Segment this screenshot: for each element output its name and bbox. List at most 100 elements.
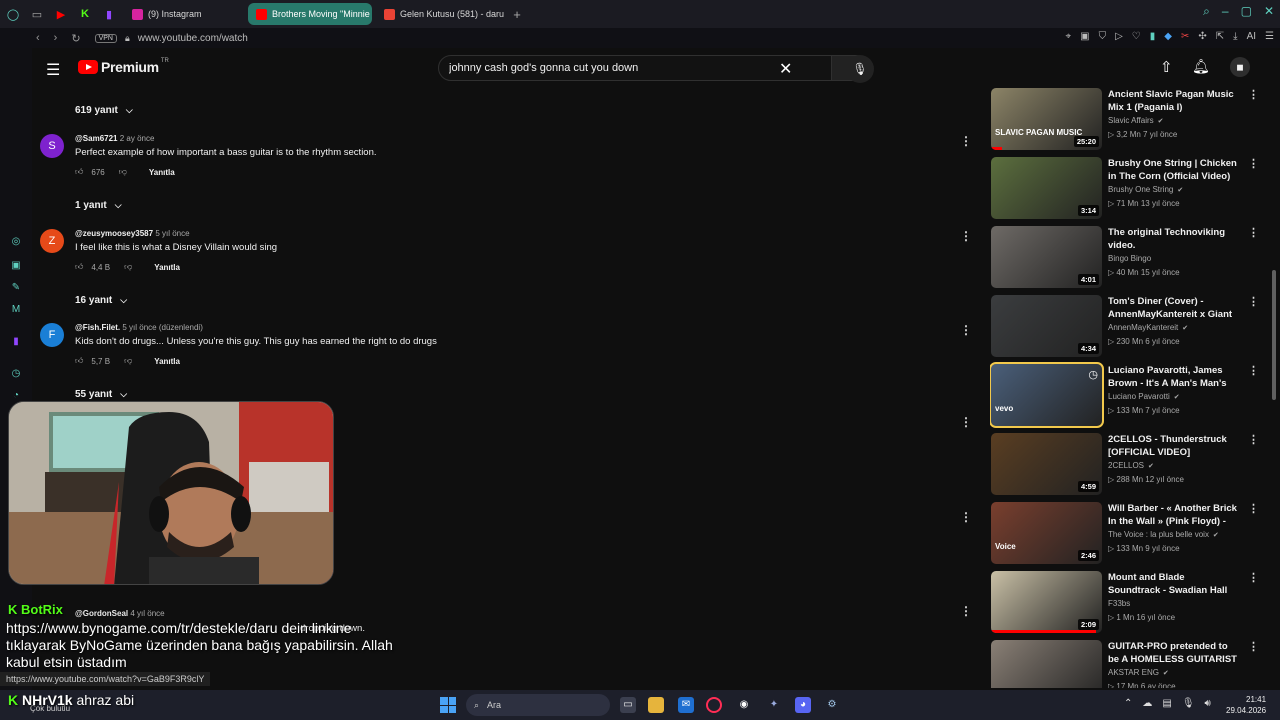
- dislike-icon[interactable]: 👎︎: [124, 262, 132, 272]
- pencil-icon[interactable]: ✎: [10, 282, 22, 294]
- minimize-icon[interactable]: –: [1222, 4, 1229, 19]
- more-options-icon[interactable]: ⋮: [960, 229, 972, 243]
- task-view-icon[interactable]: ▭: [620, 697, 636, 713]
- video-channel[interactable]: Slavic Affairs ✔: [1108, 116, 1163, 125]
- replies-toggle[interactable]: 619 yanıt ⌵: [75, 105, 133, 116]
- forward-icon[interactable]: ›: [54, 32, 58, 45]
- related-video-item[interactable]: 4:01 The original Technoviking video. Bing…: [990, 226, 1270, 290]
- robot-icon[interactable]: ▣: [10, 260, 22, 272]
- maximize-icon[interactable]: ▢: [1241, 4, 1252, 19]
- more-options-icon[interactable]: ⋮: [1248, 226, 1259, 239]
- comment-author[interactable]: @zeusymoosey3587: [75, 229, 153, 238]
- youtube-premium-logo[interactable]: Premium TR: [78, 58, 169, 75]
- more-options-icon[interactable]: ⋮: [1248, 502, 1259, 515]
- like-icon[interactable]: 👍︎: [75, 167, 83, 177]
- replies-toggle[interactable]: 55 yanıt ⌵: [75, 389, 127, 400]
- video-thumbnail[interactable]: 4:34: [991, 295, 1102, 357]
- url-field[interactable]: www.youtube.com/watch: [138, 33, 248, 44]
- video-title[interactable]: Ancient Slavic Pagan Music Mix 1 (Pagani…: [1108, 88, 1238, 114]
- avatar[interactable]: S: [40, 134, 64, 158]
- video-channel[interactable]: Brushy One String ✔: [1108, 185, 1183, 194]
- steam-icon[interactable]: ⚙: [824, 697, 840, 713]
- reply-button[interactable]: Yanıtla: [149, 168, 175, 177]
- related-video-item[interactable]: 4:34 Tom's Diner (Cover) - AnnenMayKanter…: [990, 295, 1270, 359]
- video-title[interactable]: The original Technoviking video.: [1108, 226, 1238, 252]
- discord-icon[interactable]: ◕: [795, 697, 811, 713]
- hamburger-menu-icon[interactable]: ☰: [46, 60, 60, 80]
- video-thumbnail[interactable]: [991, 640, 1102, 688]
- like-icon[interactable]: 👍︎: [75, 262, 83, 272]
- related-video-item[interactable]: Voice 2:46 Will Barber - « Another Brick I…: [990, 502, 1270, 566]
- extension-blue-icon[interactable]: ◆: [1164, 31, 1172, 42]
- obs-icon[interactable]: ◉: [736, 697, 752, 713]
- video-channel[interactable]: Luciano Pavarotti ✔: [1108, 392, 1180, 401]
- notifications-bell-icon[interactable]: 🔔︎: [1192, 58, 1210, 75]
- clock-icon[interactable]: ◔: [10, 390, 22, 402]
- shield-icon[interactable]: ⛉: [1099, 31, 1107, 42]
- account-avatar[interactable]: ◼: [1230, 57, 1250, 77]
- reply-button[interactable]: Yanıtla: [154, 357, 180, 366]
- more-options-icon[interactable]: ⋮: [1248, 88, 1259, 101]
- opera-icon[interactable]: ◯: [2, 3, 24, 25]
- video-channel[interactable]: Bingo Bingo: [1108, 254, 1151, 263]
- chevron-up-icon[interactable]: ⌃: [1124, 698, 1132, 709]
- comment-time[interactable]: 2 ay önce: [120, 134, 155, 143]
- video-thumbnail[interactable]: SLAVIC PAGAN MUSIC 25:20: [991, 88, 1102, 150]
- pin-icon[interactable]: ⌖: [1066, 31, 1072, 42]
- video-title[interactable]: Will Barber - « Another Brick In the Wal…: [1108, 502, 1238, 528]
- download-icon[interactable]: ⤓: [1233, 31, 1237, 42]
- video-title[interactable]: Luciano Pavarotti, James Brown - It's A …: [1108, 364, 1238, 390]
- related-video-item[interactable]: 3:14 Brushy One String | Chicken in The C…: [990, 157, 1270, 221]
- video-title[interactable]: GUITAR-PRO pretended to be A HOMELESS GU…: [1108, 640, 1238, 666]
- search-tabs-icon[interactable]: ⌕: [1203, 4, 1210, 19]
- replies-toggle[interactable]: 16 yanıt ⌵: [75, 295, 127, 306]
- video-thumbnail[interactable]: Voice 2:46: [991, 502, 1102, 564]
- puzzle-icon[interactable]: ✣: [1198, 31, 1206, 42]
- app-icon[interactable]: ✦: [766, 697, 782, 713]
- more-options-icon[interactable]: ⋮: [1248, 640, 1259, 653]
- related-video-item[interactable]: 2:09 Mount and Blade Soundtrack - Swadian…: [990, 571, 1270, 635]
- related-video-item[interactable]: 4:59 2CELLOS - Thunderstruck [OFFICIAL VI…: [990, 433, 1270, 497]
- replies-toggle[interactable]: 1 yanıt ⌵: [75, 200, 122, 211]
- screenshot-icon[interactable]: ▣: [1080, 31, 1089, 42]
- opera-gx-icon[interactable]: [706, 697, 722, 713]
- video-thumbnail[interactable]: 4:01: [991, 226, 1102, 288]
- aria-ai-icon[interactable]: AI: [1247, 31, 1256, 42]
- vpn-badge[interactable]: VPN: [94, 33, 117, 43]
- comment-time[interactable]: 5 yıl önce (düzenlendi): [122, 323, 203, 332]
- more-options-icon[interactable]: ⋮: [960, 604, 972, 618]
- more-options-icon[interactable]: ⋮: [1248, 157, 1259, 170]
- cloud-icon[interactable]: ☁: [1142, 698, 1152, 709]
- new-tab-button[interactable]: +: [506, 3, 528, 25]
- microphone-icon[interactable]: 🎙︎: [846, 55, 874, 83]
- more-options-icon[interactable]: ⋮: [960, 134, 972, 148]
- reload-icon[interactable]: ↻: [71, 32, 80, 45]
- tab-youtube-active[interactable]: Brothers Moving "Minnie: [248, 3, 372, 25]
- comment-author[interactable]: @Sam6721: [75, 134, 118, 143]
- battery-icon[interactable]: ▮: [1150, 31, 1156, 42]
- tab-gmail[interactable]: Gelen Kutusu (581) - daru: [376, 3, 504, 25]
- more-options-icon[interactable]: ⋮: [960, 323, 972, 337]
- video-channel[interactable]: F33bs: [1108, 599, 1130, 608]
- upload-icon[interactable]: ⇧: [1160, 58, 1173, 76]
- comment-time[interactable]: 5 yıl önce: [155, 229, 189, 238]
- whatsapp-icon[interactable]: ◎: [10, 236, 22, 248]
- microphone-tray-icon[interactable]: 🎙︎: [1182, 698, 1195, 709]
- more-options-icon[interactable]: ⋮: [960, 510, 972, 524]
- player-icon[interactable]: ▷: [1115, 31, 1123, 42]
- watch-later-icon[interactable]: ◷: [1088, 368, 1098, 381]
- tab-instagram[interactable]: (9) Instagram: [124, 3, 244, 25]
- video-thumbnail[interactable]: vevo ◷: [990, 362, 1104, 428]
- lock-icon[interactable]: 🔒︎: [125, 33, 130, 44]
- tabs-icon[interactable]: ▭: [26, 3, 48, 25]
- video-title[interactable]: Mount and Blade Soundtrack - Swadian Hal…: [1108, 571, 1238, 597]
- more-options-icon[interactable]: ⋮: [1248, 433, 1259, 446]
- mail-icon[interactable]: ✉: [678, 697, 694, 713]
- more-options-icon[interactable]: ⋮: [1248, 571, 1259, 584]
- twitch-icon[interactable]: ▮: [10, 336, 22, 348]
- search-input[interactable]: [449, 62, 769, 74]
- video-channel[interactable]: AKSTAR ENG ✔: [1108, 668, 1169, 677]
- youtube-pinned-icon[interactable]: ▶: [50, 3, 72, 25]
- back-icon[interactable]: ‹: [36, 32, 40, 45]
- dislike-icon[interactable]: 👎︎: [124, 356, 132, 366]
